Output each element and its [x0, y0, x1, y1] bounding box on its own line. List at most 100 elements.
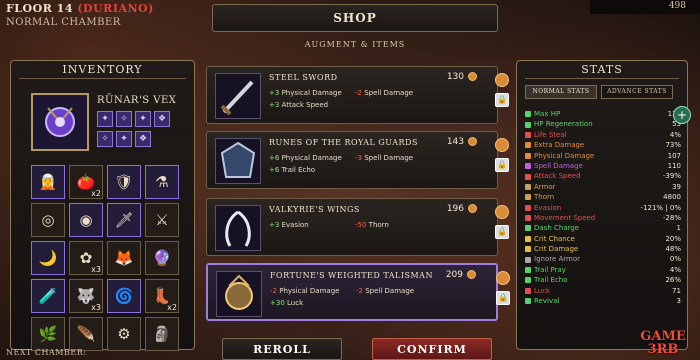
- item-name: FORTUNE'S WEIGHTED TALISMAN: [270, 271, 433, 280]
- inventory-slot[interactable]: ⚗: [145, 165, 179, 199]
- inventory-slot[interactable]: 🌙: [31, 241, 65, 275]
- stat-label-text: Crit Chance: [534, 234, 575, 243]
- shop-item[interactable]: VALKYRIE'S WINGS 196 +3 Evasion -50 Thorn 🔒: [206, 198, 509, 256]
- stat-label-text: Movement Speed: [534, 213, 596, 222]
- tab-advance-stats[interactable]: ADVANCE STATS: [601, 85, 673, 99]
- watermark-line-2: 3RB: [647, 342, 679, 357]
- stat-label: Luck: [525, 286, 550, 296]
- item-thumb: [215, 205, 261, 251]
- inventory-slot[interactable]: 🐺 x3: [69, 279, 103, 313]
- stat-label: Movement Speed: [525, 213, 595, 223]
- stats-tabs: NORMAL STATS ADVANCE STATS: [525, 85, 673, 99]
- stat-label-text: Revival: [534, 297, 560, 306]
- stat-value: 48%: [665, 245, 681, 254]
- inventory-slot[interactable]: ✿ x3: [69, 241, 103, 275]
- inventory-slot[interactable]: ◎: [31, 203, 65, 237]
- stat-icon: [525, 277, 531, 284]
- slot-count: x2: [91, 189, 101, 198]
- item-icon: 🗿: [152, 325, 172, 343]
- slot-count: x3: [91, 265, 101, 274]
- stat-delta: -3: [355, 154, 362, 162]
- shop-item[interactable]: FORTUNE'S WEIGHTED TALISMAN 209 -2 Physica…: [206, 263, 510, 321]
- buy-coin-icon[interactable]: [495, 73, 509, 87]
- inventory-slot[interactable]: ⚔: [145, 203, 179, 237]
- inventory-slot[interactable]: 🪶: [69, 317, 103, 351]
- rune-slot[interactable]: ❖: [135, 131, 151, 147]
- shop-item[interactable]: RUNES OF THE ROYAL GUARDS 143 +6 Physical …: [206, 131, 509, 189]
- inventory-slot[interactable]: 🧝: [31, 165, 65, 199]
- inventory-slot[interactable]: ◉: [69, 203, 103, 237]
- tab-normal-stats[interactable]: NORMAL STATS: [525, 85, 597, 99]
- stat-value: 71: [672, 286, 681, 295]
- slot-count: x3: [91, 303, 101, 312]
- floor-label: FLOOR 14: [6, 2, 73, 15]
- stat-label: Life Steal: [525, 130, 567, 140]
- rune-slot[interactable]: ✧: [116, 111, 132, 127]
- coin-icon: [467, 270, 476, 279]
- price-value: 130: [446, 72, 464, 82]
- inventory-slot[interactable]: 🔮: [145, 241, 179, 275]
- confirm-button[interactable]: CONFIRM: [372, 338, 492, 360]
- inventory-slot[interactable]: 👢 x2: [145, 279, 179, 313]
- item-thumb: [215, 138, 261, 184]
- lock-icon[interactable]: 🔒: [495, 93, 509, 107]
- stat-label-text: Evasion: [534, 203, 562, 212]
- stat-label-text: Life Steal: [534, 130, 567, 139]
- stat-icon: [525, 215, 531, 222]
- shop-title: SHOP: [212, 4, 498, 32]
- item-price: 130: [447, 72, 477, 82]
- stat-label: Max HP: [525, 109, 560, 119]
- inventory-slot[interactable]: 🌀: [107, 279, 141, 313]
- stat-row: Evasion -121% | 0%: [525, 203, 681, 213]
- buy-coin-icon[interactable]: [495, 205, 509, 219]
- inventory-panel: INVENTORY RŪNAR'S VEX ✦ ✧ ✦ ❖ ✧ ✦ ❖ 🧝 🍅 x2…: [10, 60, 195, 351]
- floor-sub: (DURIANO): [77, 2, 154, 15]
- stat-label-text: HP Regeneration: [534, 120, 593, 129]
- rune-slot[interactable]: ✦: [135, 111, 151, 127]
- stat-row: Revival 3: [525, 296, 681, 306]
- stat-value: 3: [676, 297, 681, 306]
- inventory-slot[interactable]: 🗡: [107, 203, 141, 237]
- rune-slot[interactable]: ✧: [97, 131, 113, 147]
- stat-row: Physical Damage 107: [525, 151, 681, 161]
- stat-value: 4%: [669, 130, 681, 139]
- item-icon: 🛡: [114, 173, 134, 191]
- stat-name: Spell Damage: [364, 89, 414, 97]
- shop-item[interactable]: STEEL SWORD 130 +3 Physical Damage -2 Spell…: [206, 66, 509, 124]
- stat-name: Physical Damage: [279, 287, 340, 295]
- stat-name: Trail Echo: [281, 166, 316, 174]
- inventory-title: INVENTORY: [19, 61, 186, 79]
- coin-icon: [468, 204, 477, 213]
- inventory-slot[interactable]: 🦊: [107, 241, 141, 275]
- stat-delta: +6: [269, 154, 280, 162]
- rune-slot[interactable]: ✦: [97, 111, 113, 127]
- item-icon: 🔮: [152, 249, 172, 267]
- inventory-slot[interactable]: ⚙: [107, 317, 141, 351]
- stat-row: Armor 39: [525, 182, 681, 192]
- rune-slot[interactable]: ❖: [154, 111, 170, 127]
- stat-label: Evasion: [525, 203, 561, 213]
- stat-name: Spell Damage: [365, 287, 415, 295]
- inventory-slot[interactable]: 🧪: [31, 279, 65, 313]
- add-icon[interactable]: +: [673, 106, 691, 124]
- inventory-slot[interactable]: 🗿: [145, 317, 179, 351]
- inventory-slot[interactable]: 🌿: [31, 317, 65, 351]
- stat-row: Dash Charge 1: [525, 223, 681, 233]
- rune-slot[interactable]: ✦: [116, 131, 132, 147]
- inventory-slot[interactable]: 🍅 x2: [69, 165, 103, 199]
- stat-row: Attack Speed -39%: [525, 171, 681, 181]
- item-price: 209: [446, 270, 476, 280]
- item-icon: 🪶: [76, 325, 96, 343]
- buy-coin-icon[interactable]: [495, 138, 509, 152]
- stat-row: HP Regeneration 53: [525, 119, 681, 129]
- featured-item-slot[interactable]: [31, 93, 89, 151]
- buy-coin-icon[interactable]: [496, 271, 510, 285]
- lock-icon[interactable]: 🔒: [495, 158, 509, 172]
- stat-value: 4%: [669, 265, 681, 274]
- item-art-icon: [225, 274, 253, 310]
- inventory-slot[interactable]: 🛡: [107, 165, 141, 199]
- reroll-button[interactable]: REROLL: [222, 338, 342, 360]
- rune-row-2: ✧ ✦ ❖: [97, 131, 151, 147]
- lock-icon[interactable]: 🔒: [496, 291, 510, 305]
- lock-icon[interactable]: 🔒: [495, 225, 509, 239]
